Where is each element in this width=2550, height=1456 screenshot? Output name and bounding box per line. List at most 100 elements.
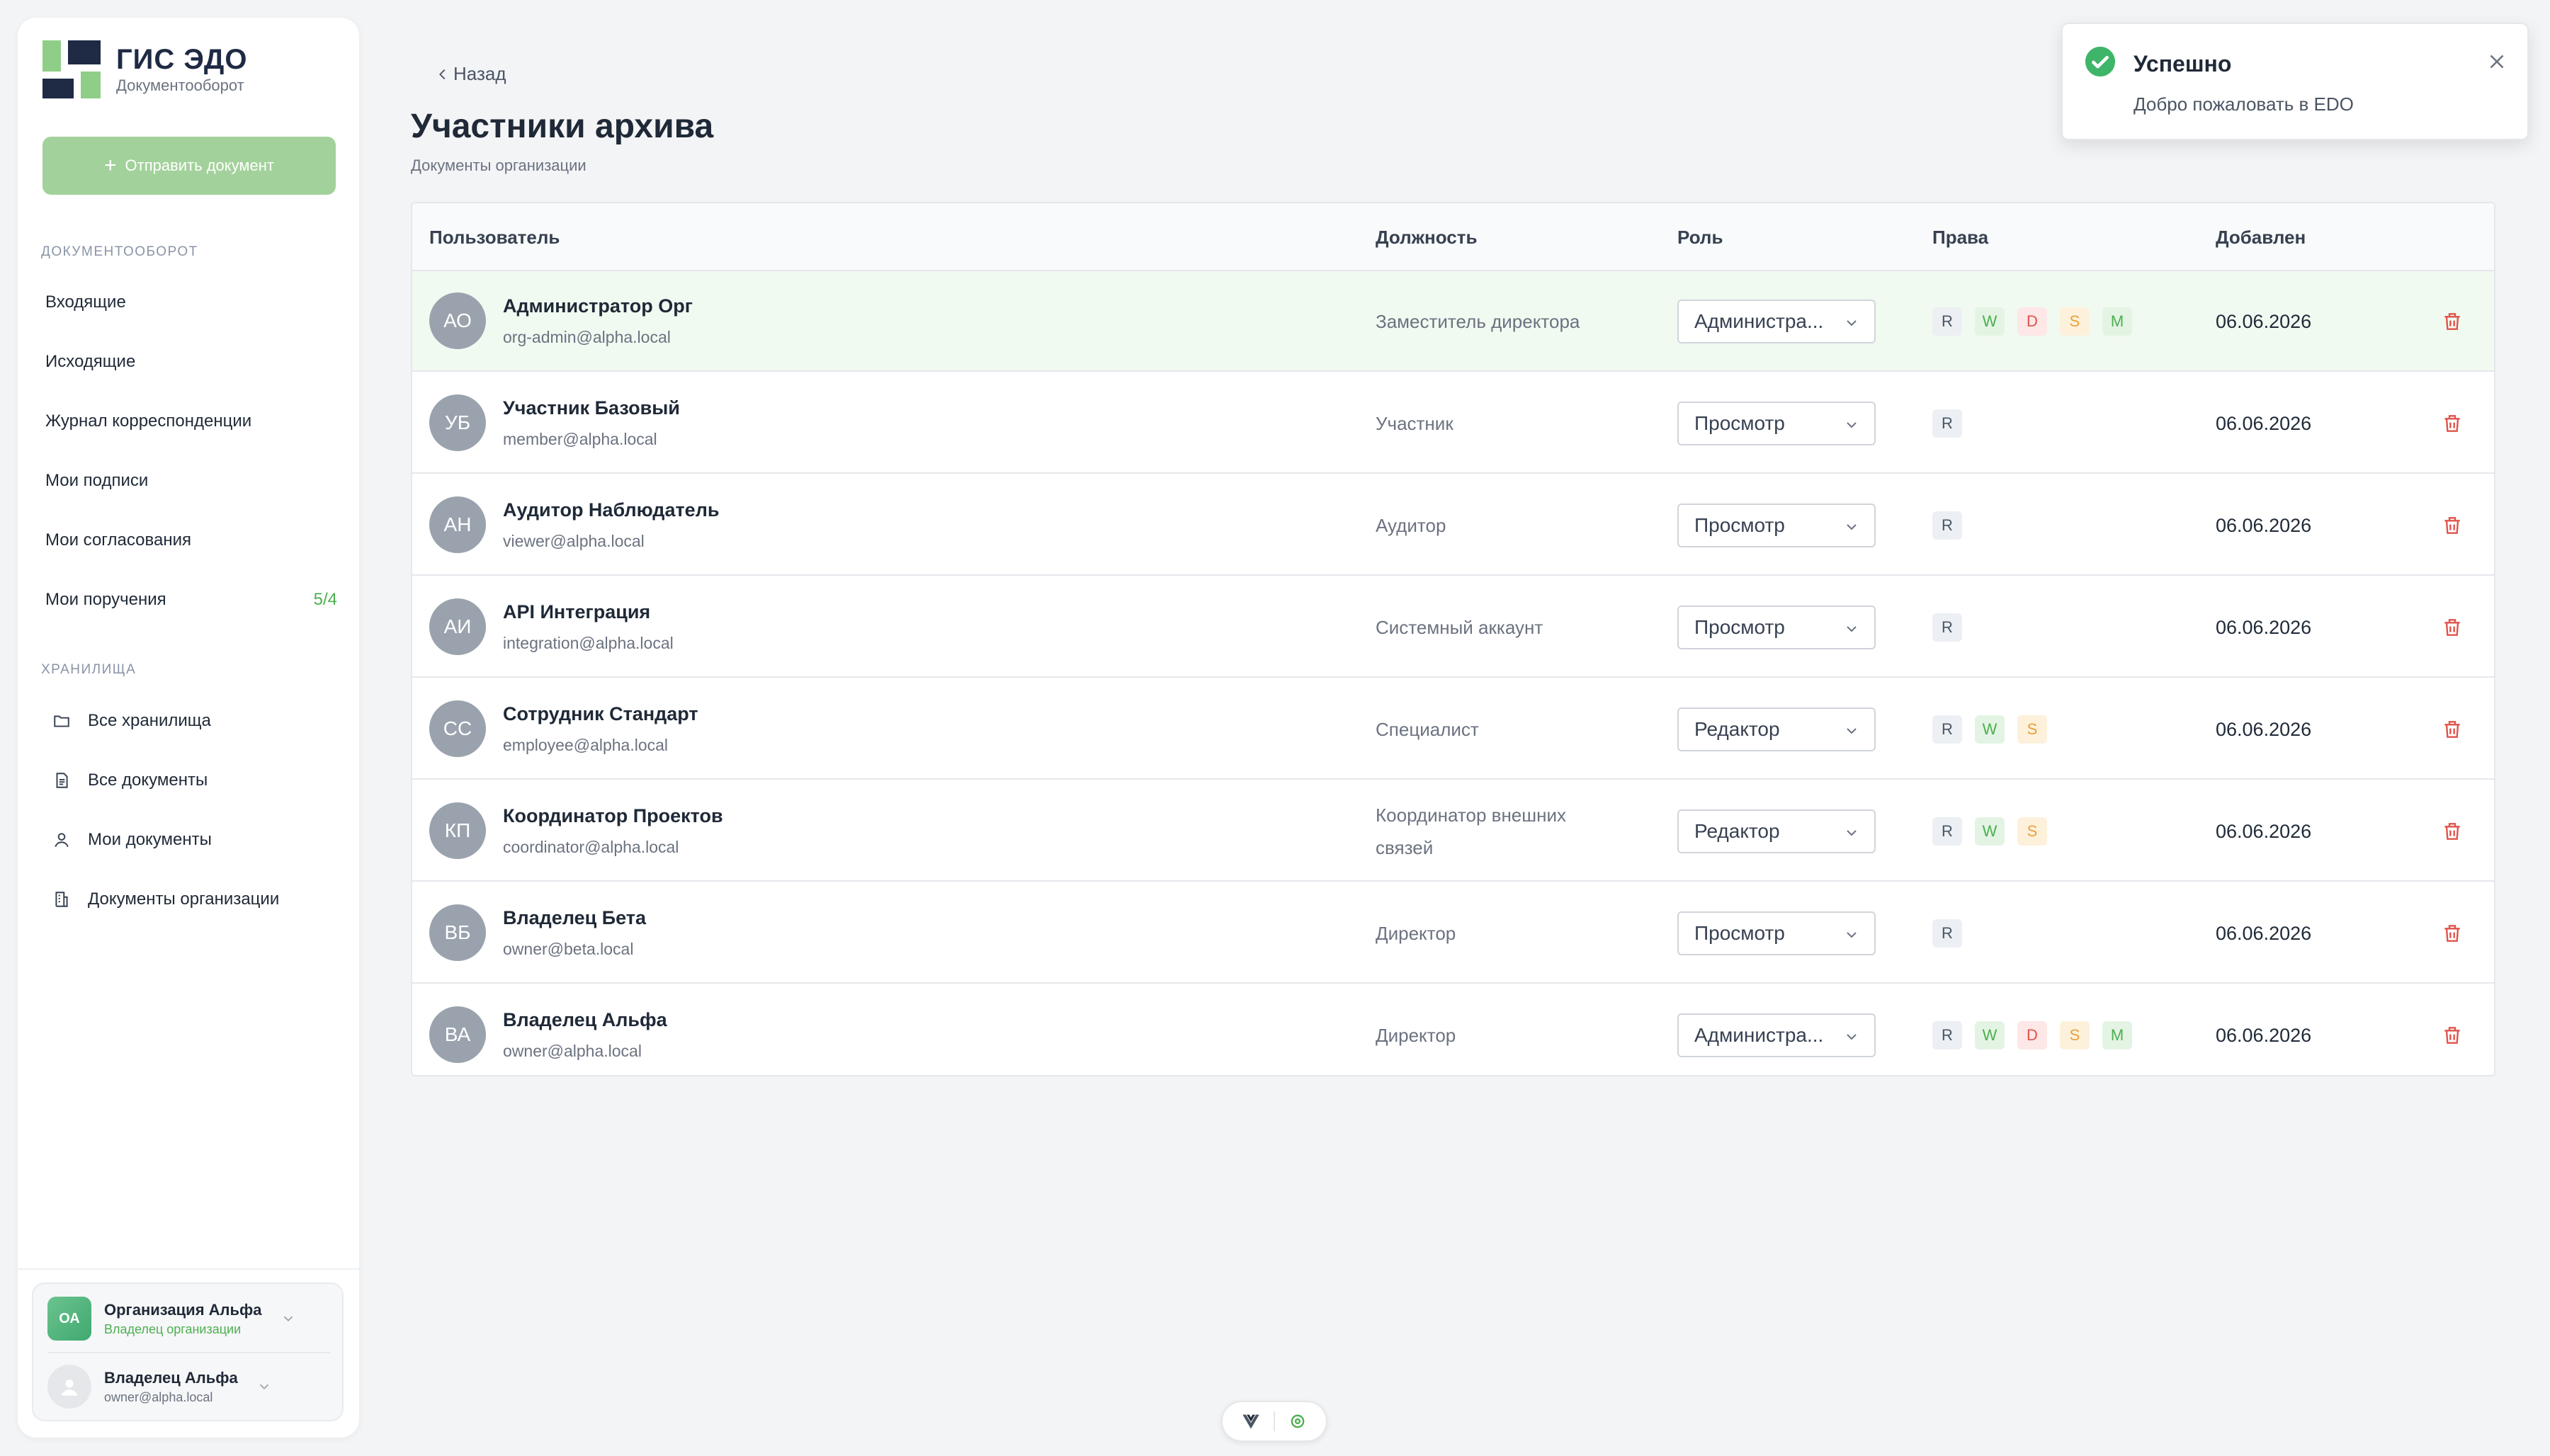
role-select[interactable]: Администра... — [1677, 1013, 1876, 1057]
sidebar-item-all-storages[interactable]: Все хранилища — [35, 696, 347, 746]
send-document-button[interactable]: + Отправить документ — [42, 137, 336, 195]
trash-icon[interactable] — [2441, 514, 2464, 537]
right-badge-d: D — [2017, 307, 2047, 336]
tasks-count-badge: 5/4 — [313, 590, 337, 609]
column-header-rights: Права — [1932, 226, 1989, 248]
sidebar: ГИС ЭДО Документооборот + Отправить доку… — [18, 18, 359, 1438]
toast-title: Успешно — [2134, 51, 2232, 76]
user-switcher[interactable]: Владелец Альфа owner@alpha.local — [47, 1365, 272, 1409]
brand[interactable]: ГИС ЭДО Документооборот — [42, 40, 248, 98]
added-date: 06.06.2026 — [2216, 412, 2312, 434]
chevron-down-icon — [1847, 626, 1857, 632]
sidebar-item-org-documents[interactable]: Документы организации — [35, 875, 347, 924]
sidebar-item-label: Все документы — [88, 770, 208, 790]
role-select[interactable]: Редактор — [1677, 809, 1876, 853]
chevron-down-icon — [1847, 728, 1857, 734]
right-badge-r: R — [1932, 1021, 1962, 1050]
user-icon — [50, 828, 74, 852]
user-name: Сотрудник Стандарт — [503, 703, 698, 724]
org-switcher[interactable]: ОА Организация Альфа Владелец организаци… — [47, 1297, 296, 1341]
devtools-toggle[interactable] — [1221, 1401, 1327, 1442]
sidebar-item-journal[interactable]: Журнал корреспонденции — [35, 397, 347, 446]
avatar: ВА — [429, 1006, 486, 1063]
table-header: Пользователь Должность Роль Права Добавл… — [412, 203, 2494, 271]
sidebar-item-tasks[interactable]: Мои поручения 5/4 — [35, 575, 347, 625]
sidebar-item-label: Мои согласования — [45, 530, 191, 550]
table-row: ВА Владелец Альфа owner@alpha.local Директо… — [412, 985, 2494, 1075]
members-table: Пользователь Должность Роль Права Добавл… — [411, 202, 2495, 1076]
send-document-label: Отправить документ — [125, 157, 274, 174]
column-header-role: Роль — [1677, 226, 1723, 248]
inspect-icon — [1291, 1414, 1305, 1428]
org-role: Владелец организации — [104, 1321, 242, 1336]
position-text: Участник — [1376, 413, 1454, 434]
org-switcher-card: ОА Организация Альфа Владелец организаци… — [32, 1282, 344, 1421]
success-toast: Успешно Добро пожаловать в EDO — [2061, 23, 2529, 140]
column-header-added: Добавлен — [2216, 226, 2306, 248]
role-select-value: Редактор — [1694, 820, 1780, 842]
rights-badges: R — [1932, 577, 1975, 678]
chevron-down-icon — [1847, 422, 1857, 428]
right-badge-s: S — [2060, 307, 2090, 336]
trash-icon[interactable] — [2441, 1024, 2464, 1047]
logo — [42, 40, 101, 98]
sidebar-item-label: Входящие — [45, 292, 126, 312]
role-select[interactable]: Просмотр — [1677, 402, 1876, 445]
sidebar-item-label: Мои подписи — [45, 471, 149, 490]
chevron-down-icon — [1847, 830, 1857, 836]
right-badge-r: R — [1932, 409, 1962, 438]
added-date: 06.06.2026 — [2216, 514, 2312, 536]
right-badge-r: R — [1932, 919, 1962, 948]
table-row: АО Администратор Орг org-admin@alpha.local… — [412, 271, 2494, 372]
org-avatar: ОА — [47, 1297, 91, 1341]
table-row: УБ Участник Базовый member@alpha.local Учас… — [412, 373, 2494, 474]
user-email: integration@alpha.local — [503, 634, 674, 652]
vue-logo-icon — [1242, 1414, 1259, 1429]
building-icon — [50, 887, 74, 911]
role-select[interactable]: Просмотр — [1677, 911, 1876, 955]
user-email: member@alpha.local — [503, 430, 657, 448]
sidebar-item-signatures[interactable]: Мои подписи — [35, 456, 347, 506]
sidebar-item-incoming[interactable]: Входящие — [35, 278, 347, 327]
role-select[interactable]: Редактор — [1677, 707, 1876, 751]
trash-icon[interactable] — [2441, 616, 2464, 639]
user-name: Администратор Орг — [503, 295, 693, 317]
user-name: Участник Базовый — [503, 397, 680, 419]
trash-icon[interactable] — [2441, 922, 2464, 945]
role-select[interactable]: Просмотр — [1677, 504, 1876, 547]
column-header-position: Должность — [1376, 226, 1478, 248]
right-badge-m: M — [2102, 1021, 2132, 1050]
sidebar-item-label: Журнал корреспонденции — [45, 411, 252, 431]
close-icon[interactable] — [2485, 50, 2509, 74]
sidebar-item-my-documents[interactable]: Мои документы — [35, 815, 347, 865]
right-badge-r: R — [1932, 715, 1962, 744]
trash-icon[interactable] — [2441, 310, 2464, 333]
user-icon — [61, 1380, 78, 1396]
role-select-value: Просмотр — [1694, 514, 1785, 536]
role-select-value: Администра... — [1694, 310, 1824, 332]
position-text: Заместитель директора — [1376, 311, 1580, 332]
rights-badges: RWDSM — [1932, 985, 2145, 1075]
sidebar-item-outgoing[interactable]: Исходящие — [35, 337, 347, 387]
right-badge-d: D — [2017, 1021, 2047, 1050]
right-badge-r: R — [1932, 817, 1962, 846]
role-select[interactable]: Просмотр — [1677, 605, 1876, 649]
avatar — [47, 1365, 91, 1409]
trash-icon[interactable] — [2441, 718, 2464, 741]
back-link[interactable]: Назад — [435, 63, 506, 85]
role-select[interactable]: Администра... — [1677, 300, 1876, 343]
position-text: Системный аккаунт — [1376, 617, 1543, 638]
toast-message: Добро пожаловать в EDO — [2134, 93, 2354, 115]
position-text: Координатор внешних связей — [1376, 804, 1567, 858]
sidebar-item-approvals[interactable]: Мои согласования — [35, 516, 347, 565]
brand-subtitle: Документооборот — [116, 76, 244, 94]
sidebar-item-all-documents[interactable]: Все документы — [35, 756, 347, 805]
chevron-down-icon — [283, 1316, 293, 1322]
trash-icon[interactable] — [2441, 412, 2464, 435]
trash-icon[interactable] — [2441, 820, 2464, 843]
rights-badges: RWDSM — [1932, 271, 2145, 372]
user-name: Владелец Бета — [503, 907, 647, 928]
right-badge-s: S — [2017, 715, 2047, 744]
added-date: 06.06.2026 — [2216, 922, 2312, 944]
right-badge-r: R — [1932, 511, 1962, 540]
